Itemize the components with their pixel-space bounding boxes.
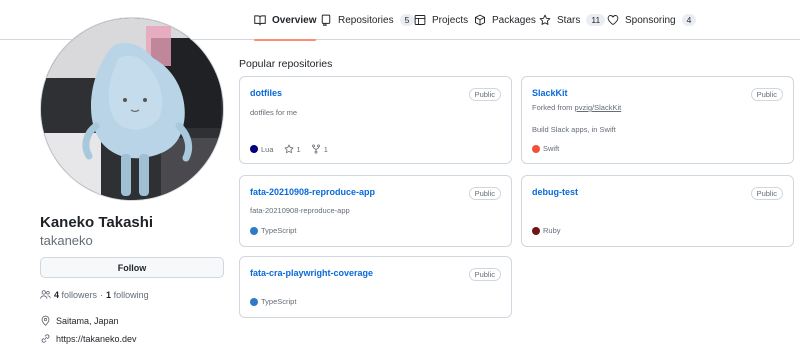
language: Ruby (532, 226, 561, 235)
forks-link[interactable]: 1 (311, 144, 328, 154)
package-icon (475, 14, 485, 26)
language: Swift (532, 144, 559, 153)
repo-meta: Lua 1 1 (250, 144, 328, 154)
language-name: Ruby (543, 226, 561, 235)
tab-sponsoring[interactable]: Sponsoring 4 (607, 0, 697, 40)
stars-count: 1 (296, 144, 301, 154)
forked-from-link[interactable]: pvzig/SlackKit (575, 103, 622, 112)
heart-icon (607, 15, 619, 26)
language-name: TypeScript (261, 297, 297, 306)
repo-card-slackkit: SlackKit Public Forked from pvzig/SlackK… (521, 76, 794, 164)
language: TypeScript (250, 226, 296, 235)
star-icon (284, 144, 293, 154)
following-label: following (113, 289, 149, 300)
book-icon (254, 15, 266, 26)
popular-repos-title: Popular repositories (239, 58, 333, 70)
repo-name-link[interactable]: debug-test (532, 187, 578, 197)
repo-name-link[interactable]: SlackKit (532, 88, 568, 98)
followers-count: 4 (54, 289, 60, 300)
sponsoring-count: 4 (681, 14, 697, 26)
language-color-dot (532, 226, 540, 235)
forked-prefix: Forked from (532, 103, 573, 112)
visibility-badge: Public (468, 268, 501, 281)
repo-meta: Swift (532, 144, 559, 153)
language: TypeScript (250, 297, 296, 306)
forks-count: 1 (323, 144, 328, 154)
tab-stars[interactable]: Stars 11 (539, 0, 606, 40)
fork-icon (311, 144, 320, 154)
visibility-badge: Public (750, 187, 783, 200)
language-color-dot (250, 145, 258, 153)
tab-projects[interactable]: Projects (414, 0, 468, 40)
followers-label: followers (61, 289, 98, 300)
repo-name-link[interactable]: fata-20210908-reproduce-app (250, 187, 375, 197)
profile-login: takaneko (40, 233, 93, 248)
followers-link[interactable]: 4 followers (54, 290, 97, 300)
language-color-dot (250, 297, 258, 306)
location-icon (41, 315, 50, 326)
language-name: Swift (543, 144, 560, 153)
avatar-photo (41, 18, 223, 200)
link-icon (41, 334, 50, 343)
table-icon (414, 15, 426, 25)
follow-separator: · (100, 289, 104, 300)
tab-overview[interactable]: Overview (254, 0, 317, 41)
tab-sponsoring-label: Sponsoring (625, 14, 676, 26)
repo-icon (321, 14, 331, 26)
star-icon (539, 14, 551, 25)
language-name: Lua (261, 144, 274, 154)
tab-projects-label: Projects (432, 14, 469, 26)
follow-button[interactable]: Follow (40, 257, 224, 278)
language-name: TypeScript (261, 226, 297, 235)
repo-name-link[interactable]: fata-cra-playwright-coverage (250, 268, 373, 278)
visibility-badge: Public (468, 187, 501, 200)
repo-description: Build Slack apps, in Swift (532, 125, 616, 134)
profile-name: Kaneko Takashi (40, 214, 154, 231)
visibility-badge: Public (750, 88, 783, 101)
visibility-badge: Public (468, 88, 501, 101)
tab-overview-label: Overview (272, 14, 317, 26)
language-color-dot (250, 226, 258, 235)
website-link[interactable]: https://takaneko.dev (56, 334, 137, 344)
follow-stats: 4 followers · 1 following (40, 289, 149, 300)
following-link[interactable]: 1 following (106, 290, 149, 300)
repo-meta: Ruby (532, 226, 561, 235)
language-color-dot (532, 144, 540, 153)
language: Lua (250, 145, 274, 154)
repo-description: dotfiles for me (250, 108, 298, 117)
tab-packages-label: Packages (492, 14, 536, 26)
people-icon (40, 290, 51, 299)
location-text: Saitama, Japan (56, 315, 119, 326)
repo-card-dotfiles: dotfiles Public dotfiles for me Lua 1 1 (239, 76, 512, 164)
tab-repositories-label: Repositories (338, 14, 394, 26)
tab-packages[interactable]: Packages (474, 0, 536, 40)
tab-stars-label: Stars (557, 14, 581, 26)
repo-meta: TypeScript (250, 297, 296, 306)
tab-repositories[interactable]: Repositories 5 (320, 0, 415, 40)
location-row: Saitama, Japan (40, 315, 119, 326)
website-row: https://takaneko.dev (40, 333, 137, 344)
repo-meta: TypeScript (250, 226, 296, 235)
avatar[interactable] (40, 17, 224, 201)
repositories-count: 5 (399, 14, 415, 26)
repo-card-fata-20210908-reproduce-app: fata-20210908-reproduce-app Public fata-… (239, 175, 512, 247)
repo-card-debug-test: debug-test Public Ruby (521, 175, 794, 247)
repo-card-fata-cra-playwright-coverage: fata-cra-playwright-coverage Public Type… (239, 256, 512, 318)
stars-link[interactable]: 1 (284, 144, 301, 154)
forked-from: Forked from pvzig/SlackKit (532, 103, 621, 112)
stars-count: 11 (586, 14, 606, 26)
following-count: 1 (106, 289, 112, 300)
repo-name-link[interactable]: dotfiles (250, 88, 282, 98)
repo-description: fata-20210908-reproduce-app (250, 206, 350, 215)
